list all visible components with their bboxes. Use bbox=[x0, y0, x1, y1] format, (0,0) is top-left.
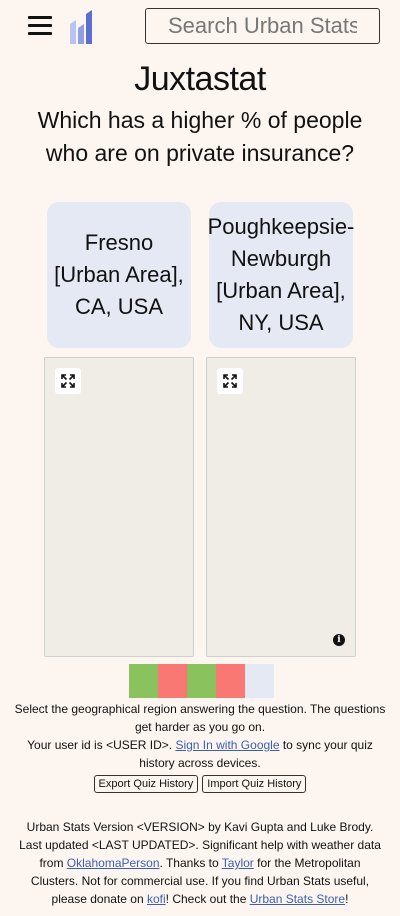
taylor-link[interactable]: Taylor bbox=[222, 856, 254, 870]
user-id: <USER ID> bbox=[106, 738, 169, 752]
expand-icon[interactable] bbox=[55, 368, 81, 394]
export-quiz-history-button[interactable]: Export Quiz History bbox=[93, 775, 199, 793]
instructions: Select the geographical region answering… bbox=[14, 700, 386, 772]
sign-in-link[interactable]: Sign In with Google bbox=[175, 738, 279, 752]
kofi-link[interactable]: kofi bbox=[147, 892, 166, 906]
question-text: Which has a higher % of people who are o… bbox=[37, 107, 363, 166]
search-input[interactable] bbox=[145, 8, 380, 44]
map-panel-a[interactable] bbox=[44, 357, 194, 657]
footer: Urban Stats Version <VERSION> by Kavi Gu… bbox=[19, 820, 381, 906]
import-quiz-history-button[interactable]: Import Quiz History bbox=[202, 775, 307, 793]
choice-label-b: Poughkeepsie-Newburgh [Urban Area], NY, … bbox=[207, 214, 355, 335]
progress-cell-incorrect bbox=[216, 664, 245, 698]
progress-cell-correct bbox=[129, 664, 158, 698]
progress-cell-correct bbox=[187, 664, 216, 698]
urban-stats-store-link[interactable]: Urban Stats Store bbox=[250, 892, 345, 906]
info-icon[interactable]: i bbox=[333, 634, 345, 646]
choice-button-b[interactable]: Poughkeepsie-Newburgh [Urban Area], NY, … bbox=[207, 202, 355, 348]
instructions-text: Select the geographical region answering… bbox=[14, 702, 386, 734]
map-panel-b[interactable]: i bbox=[206, 357, 356, 657]
progress-cell-incorrect bbox=[158, 664, 187, 698]
page-title: Juxtastat bbox=[134, 60, 266, 98]
oklahomaperson-link[interactable]: OklahomaPerson bbox=[67, 856, 160, 870]
urban-stats-logo[interactable] bbox=[68, 8, 96, 44]
header bbox=[0, 0, 400, 56]
expand-icon[interactable] bbox=[217, 368, 243, 394]
quiz-history-buttons: Export Quiz History Import Quiz History bbox=[0, 775, 400, 793]
choice-label-a: Fresno [Urban Area], CA, USA bbox=[54, 230, 184, 319]
progress-cell-pending bbox=[245, 664, 274, 698]
quiz-progress bbox=[129, 664, 274, 698]
menu-icon[interactable] bbox=[28, 16, 52, 36]
choice-button-a[interactable]: Fresno [Urban Area], CA, USA bbox=[47, 202, 191, 348]
user-id-line: Your user id is <USER ID>. Sign In with … bbox=[27, 738, 373, 770]
